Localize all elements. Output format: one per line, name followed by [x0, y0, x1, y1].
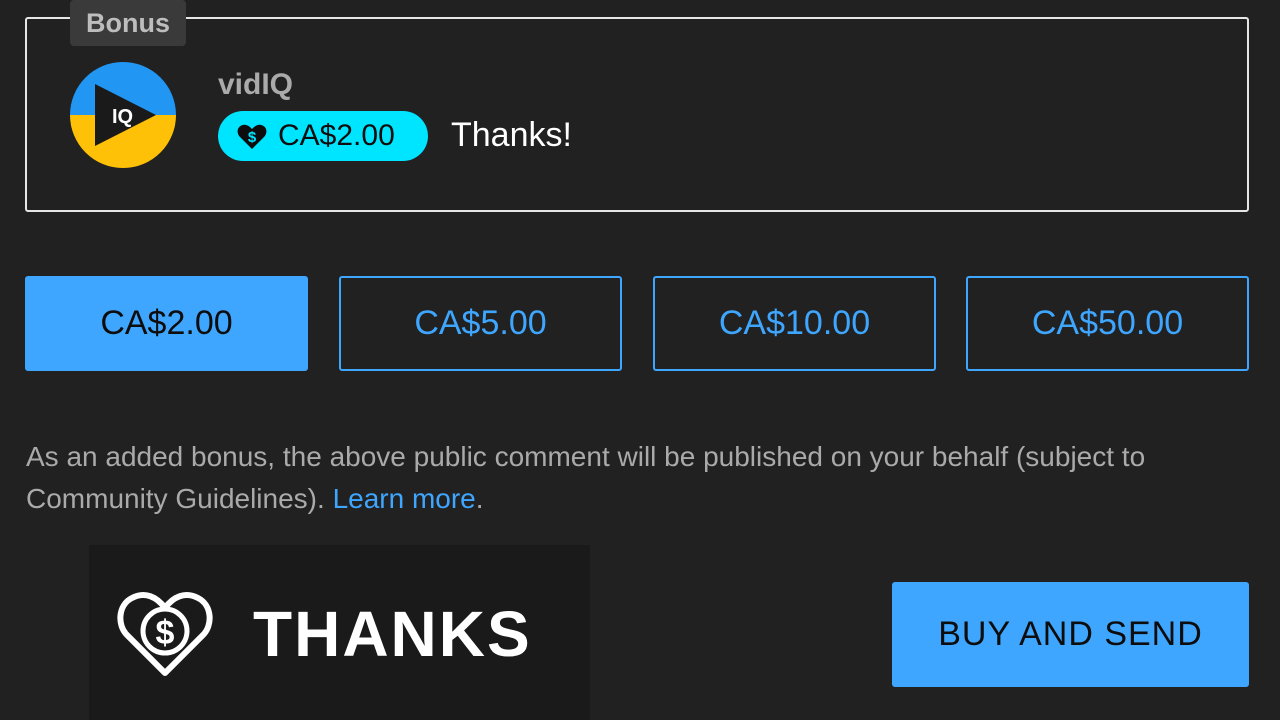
thanks-logo-card: $ THANKS — [89, 545, 590, 720]
thanks-word: THANKS — [253, 598, 532, 670]
heart-dollar-icon: $ — [236, 120, 268, 152]
svg-text:$: $ — [156, 614, 175, 652]
bonus-label: Bonus — [70, 0, 186, 46]
learn-more-link[interactable]: Learn more — [333, 483, 476, 514]
pill-amount: CA$2.00 — [278, 119, 395, 152]
amount-option-5[interactable]: CA$5.00 — [339, 276, 622, 371]
amount-pill: $ CA$2.00 — [218, 111, 428, 161]
super-thanks-dialog: Bonus IQ vidIQ $ CA$2.00 Thanks! CA$2.00… — [0, 0, 1280, 720]
svg-text:$: $ — [248, 129, 257, 146]
disclaimer-trailing: . — [475, 483, 484, 514]
comment-preview-box — [25, 17, 1249, 212]
avatar-text: IQ — [112, 106, 133, 128]
vidiq-logo-icon: IQ — [70, 62, 176, 168]
amount-option-2[interactable]: CA$2.00 — [25, 276, 308, 371]
bonus-disclaimer: As an added bonus, the above public comm… — [26, 436, 1226, 520]
channel-avatar: IQ — [70, 62, 176, 168]
disclaimer-text: As an added bonus, the above public comm… — [26, 441, 1146, 514]
channel-name: vidIQ — [218, 68, 294, 101]
comment-text: Thanks! — [451, 116, 572, 154]
amount-option-50[interactable]: CA$50.00 — [966, 276, 1249, 371]
buy-and-send-button[interactable]: BUY AND SEND — [892, 582, 1249, 687]
heart-dollar-icon: $ — [117, 592, 213, 676]
amount-option-10[interactable]: CA$10.00 — [653, 276, 936, 371]
